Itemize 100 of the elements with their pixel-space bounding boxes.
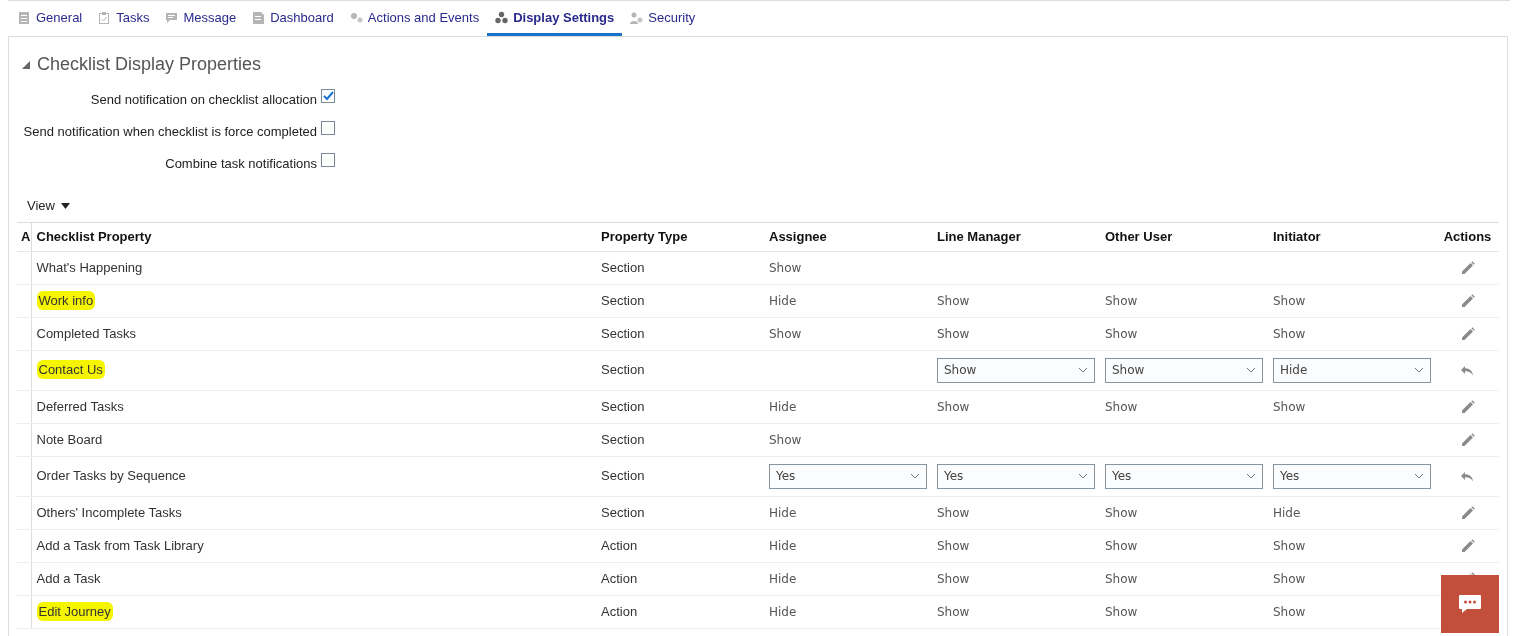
gears-icon xyxy=(349,10,363,25)
visibility-value: Hide xyxy=(769,571,797,586)
property-name: Edit Journey xyxy=(36,601,113,621)
column-header: Line Manager xyxy=(932,222,1100,251)
visibility-value: Show xyxy=(937,399,970,414)
section-title: Checklist Display Properties xyxy=(37,53,262,76)
circles-icon xyxy=(495,10,509,25)
property-type: Action xyxy=(601,603,638,619)
tab[interactable]: Display Settings xyxy=(487,2,623,36)
property-type: Section xyxy=(601,325,645,341)
visibility-value: Show xyxy=(1105,399,1138,414)
property-name: Completed Tasks xyxy=(36,325,136,341)
pencil-icon[interactable] xyxy=(1459,505,1476,522)
visibility-value: Hide xyxy=(769,399,797,414)
column-header: Checklist Property xyxy=(31,222,596,251)
collapse-triangle-icon[interactable] xyxy=(21,59,31,70)
visibility-value: Show xyxy=(769,260,802,275)
visibility-value: Show xyxy=(1273,399,1306,414)
column-header: A xyxy=(17,222,31,251)
visibility-value: Show xyxy=(1105,505,1138,520)
visibility-value: Show xyxy=(1273,571,1306,586)
column-header: Actions xyxy=(1436,222,1499,251)
visibility-value: Show xyxy=(937,293,970,308)
tab[interactable]: Dashboard xyxy=(244,2,342,36)
visibility-value: Hide xyxy=(769,293,797,308)
option-label: Send notification when checklist is force completed xyxy=(22,123,317,142)
dropdown-field[interactable]: Yes xyxy=(769,463,927,489)
checkbox[interactable] xyxy=(321,121,335,135)
chevron-down-icon xyxy=(1078,367,1088,373)
pencil-icon[interactable] xyxy=(1459,399,1476,416)
tab[interactable]: Tasks xyxy=(90,2,158,36)
pencil-icon[interactable] xyxy=(1459,326,1476,343)
dropdown-field[interactable]: Yes xyxy=(937,463,1095,489)
visibility-value: Show xyxy=(1105,538,1138,553)
property-type: Section xyxy=(601,362,645,378)
visibility-value: Hide xyxy=(769,538,797,553)
column-header: Property Type xyxy=(596,222,764,251)
caret-icon xyxy=(60,202,70,209)
property-name: Note Board xyxy=(36,431,103,447)
visibility-value: Show xyxy=(1105,571,1138,586)
option-label: Combine task notifications xyxy=(164,155,317,174)
visibility-value: Show xyxy=(937,571,970,586)
view-menu[interactable]: View xyxy=(27,196,70,216)
property-type: Section xyxy=(601,398,645,414)
visibility-value: Show xyxy=(1105,293,1138,308)
visibility-value: Show xyxy=(1273,326,1306,341)
property-name: Deferred Tasks xyxy=(36,398,124,414)
chevron-down-icon xyxy=(910,473,920,479)
property-type: Section xyxy=(601,431,645,447)
property-name: Contact Us xyxy=(36,360,105,380)
pencil-icon[interactable] xyxy=(1459,538,1476,555)
visibility-value: Show xyxy=(769,326,802,341)
property-type: Section xyxy=(601,504,645,520)
visibility-value: Show xyxy=(769,432,802,447)
property-name: Add a Task from Task Library xyxy=(36,537,204,553)
dropdown-field[interactable]: Yes xyxy=(1273,463,1431,489)
checkbox[interactable] xyxy=(321,89,335,103)
property-name: Work info xyxy=(36,290,96,310)
chat-button[interactable] xyxy=(1441,575,1499,633)
visibility-value: Show xyxy=(937,538,970,553)
property-type: Action xyxy=(601,570,638,586)
chevron-down-icon xyxy=(1078,473,1088,479)
column-header: Other User xyxy=(1100,222,1268,251)
visibility-value: Show xyxy=(937,326,970,341)
option-label: Send notification on checklist allocation xyxy=(89,91,317,110)
visibility-value: Hide xyxy=(1273,505,1301,520)
property-type: Section xyxy=(601,259,645,275)
property-type: Section xyxy=(601,292,645,308)
tab[interactable]: General xyxy=(10,2,91,36)
dropdown-field[interactable]: Hide xyxy=(1273,357,1431,383)
visibility-value: Show xyxy=(1105,604,1138,619)
tab[interactable]: Message xyxy=(157,2,245,36)
pencil-icon[interactable] xyxy=(1459,293,1476,310)
dropdown-field[interactable]: Show xyxy=(937,357,1095,383)
chevron-down-icon xyxy=(1414,367,1424,373)
message-icon xyxy=(165,10,179,25)
property-name: Others' Incomplete Tasks xyxy=(36,504,182,520)
pencil-icon[interactable] xyxy=(1459,260,1476,277)
tab[interactable]: Actions and Events xyxy=(341,2,488,36)
property-type: Action xyxy=(601,537,638,553)
visibility-value: Show xyxy=(1273,538,1306,553)
chevron-down-icon xyxy=(1246,473,1256,479)
property-type: Section xyxy=(601,468,645,484)
dropdown-field[interactable]: Yes xyxy=(1105,463,1263,489)
chat-bubble-icon xyxy=(1458,594,1482,614)
dropdown-field[interactable]: Show xyxy=(1105,357,1263,383)
chevron-down-icon xyxy=(1246,367,1256,373)
chevron-down-icon xyxy=(1414,473,1424,479)
tab[interactable]: Security xyxy=(622,2,704,36)
visibility-value: Hide xyxy=(769,505,797,520)
people-icon xyxy=(630,10,644,25)
form-icon xyxy=(18,10,31,25)
column-header: Assignee xyxy=(764,222,932,251)
property-name: Order Tasks by Sequence xyxy=(36,468,186,484)
clipboard-icon xyxy=(98,10,112,25)
visibility-value: Show xyxy=(937,505,970,520)
visibility-value: Hide xyxy=(769,604,797,619)
pencil-icon[interactable] xyxy=(1459,432,1476,449)
checkbox[interactable] xyxy=(321,153,335,167)
property-name: What's Happening xyxy=(36,259,143,275)
